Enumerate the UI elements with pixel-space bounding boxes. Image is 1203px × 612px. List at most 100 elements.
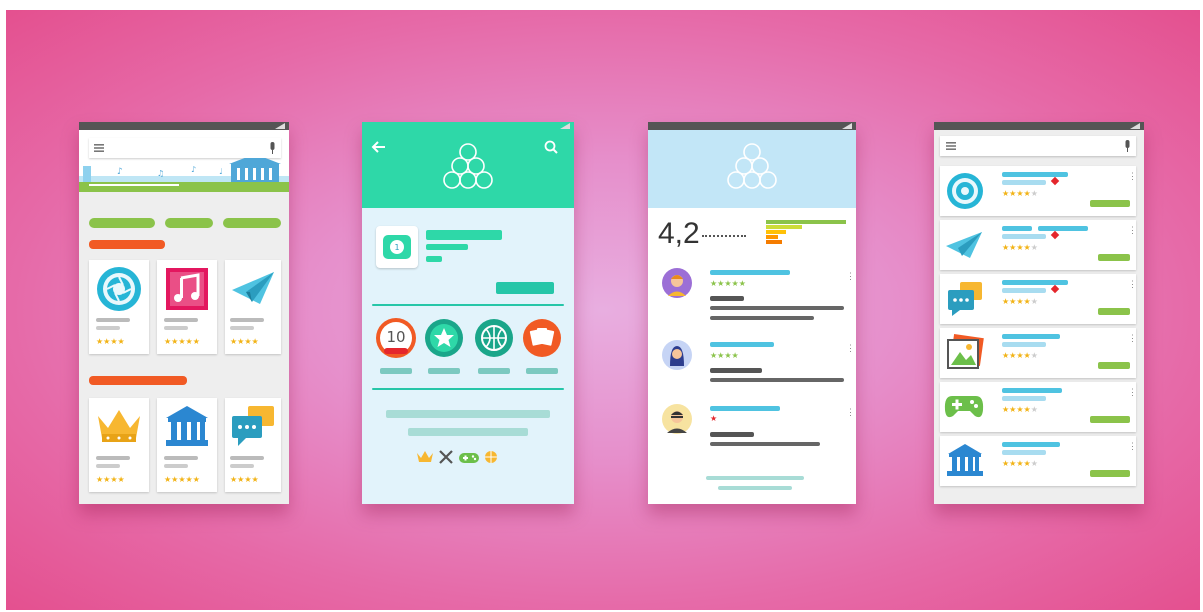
more-icon[interactable]: ⋮ [1128,172,1137,181]
app-dev-placeholder [230,326,254,330]
app-list-item[interactable]: ★★★★★ ⋮ [940,274,1137,324]
app-name-placeholder [230,318,264,322]
rating-stars: ★★★★ [96,337,125,346]
app-list-item[interactable]: ★★★★★ ⋮ [940,328,1137,378]
more-icon[interactable]: ⋮ [1128,442,1137,451]
app-dev-placeholder [426,244,468,250]
app-dev-placeholder [1002,288,1046,293]
app-list-item[interactable]: ★★★★★ ⋮ [940,220,1137,270]
section-title-bar [89,376,187,385]
reviewer-name [710,342,774,347]
divider [372,388,564,390]
app-dev-placeholder [1002,180,1046,185]
gamepad-icon [459,453,479,463]
review-more-icon[interactable]: ⋮ [846,344,855,353]
menu-icon[interactable] [94,144,104,152]
star-badge-icon [425,319,463,357]
review-stars: ★★★★★ [710,279,746,288]
menu-icon[interactable] [946,142,956,150]
mic-icon[interactable] [269,142,276,154]
app-list-item[interactable]: ★★★★★ ⋮ [940,382,1137,432]
app-list-item[interactable]: ★★★★★ ⋮ [940,436,1137,486]
category-pill[interactable] [165,218,213,228]
rating-stars: ★★★★★ [1002,459,1038,468]
review-stars: ★★★★ [710,351,739,360]
review-line [710,296,744,301]
phone-app-reviews: 4,2 ★★★★★ ⋮ ★★★★ ⋮ ★ ⋮ [648,122,856,504]
badge-label [380,368,412,374]
status-bar [934,122,1144,130]
phone-app-store-home: ♪ ♫ ♪ ♩ ★★★★ ★★★★★ ★★★★ ★★★★ ★★★★★ ★★★★ [79,122,289,504]
install-button[interactable] [1090,200,1130,207]
app-dev-placeholder [96,464,120,468]
mic-icon[interactable] [1124,140,1131,152]
cards-icon [523,319,561,357]
app-card[interactable]: ★★★★ [225,260,281,354]
museum-icon [947,444,983,476]
more-icon[interactable]: ⋮ [1128,388,1137,397]
aperture-icon [947,173,983,209]
more-icon[interactable]: ⋮ [1128,334,1137,343]
description-line [386,410,550,418]
svg-text:♫: ♫ [157,169,164,178]
rating-value: 4,2 [658,217,700,250]
install-button[interactable] [1098,362,1130,369]
logo-icon [443,143,493,189]
install-button[interactable] [1090,416,1130,423]
rating-stars: ★★★★★ [164,337,200,346]
app-name-placeholder [1002,442,1060,447]
svg-text:♪: ♪ [117,167,123,177]
app-dev-placeholder [1002,234,1046,239]
app-card[interactable]: ★★★★ [225,398,281,492]
search-bar[interactable] [89,138,281,158]
description-line [408,428,528,436]
music-note-icon [166,268,208,310]
more-icon[interactable]: ⋮ [1128,280,1137,289]
badge-diamond-icon [1050,230,1060,240]
category-pill[interactable] [89,218,155,228]
app-card[interactable]: ★★★★★ [157,398,217,492]
install-button[interactable] [1090,470,1130,477]
review-line [710,442,820,446]
phone-app-list: ★★★★★ ⋮ ★★★★★ ⋮ ★★★★★ ⋮ ★★★★★ ⋮ ★★★★★ ⋮ … [934,122,1144,504]
gamepad-icon [944,396,984,418]
badge-10-icon: 10 [376,318,416,358]
svg-text:♪: ♪ [191,165,196,174]
chat-bubbles-icon [232,406,274,446]
install-button[interactable] [1098,254,1130,261]
category-pill[interactable] [223,218,281,228]
logo-icon [727,143,777,189]
app-name-placeholder [96,456,130,460]
more-icon[interactable]: ⋮ [1128,226,1137,235]
svg-text:1: 1 [394,243,399,252]
rating-stars: ★★★★ [230,475,259,484]
chat-bubbles-icon [948,282,982,316]
basketball-icon [475,319,513,357]
divider [372,304,564,306]
install-button[interactable] [1098,308,1130,315]
swords-icon [439,450,453,464]
app-title-placeholder [426,230,502,240]
avatar-woman-icon [662,340,692,370]
app-list-item[interactable]: ★★★★★ ⋮ [940,166,1137,216]
app-dev-placeholder [164,464,188,468]
reviewer-name [710,270,790,275]
app-name-placeholder [164,456,198,460]
back-arrow-icon[interactable] [370,140,386,154]
avatar-man-icon [662,268,692,298]
review-more-icon[interactable]: ⋮ [846,272,855,281]
app-card[interactable]: ★★★★ [89,398,149,492]
review-line [710,378,844,382]
install-button[interactable] [496,282,554,294]
search-bar[interactable] [940,136,1136,156]
paper-plane-icon [946,232,982,258]
footer-line [718,486,792,490]
app-dev-placeholder [96,326,120,330]
app-card[interactable]: ★★★★ [89,260,149,354]
search-icon[interactable] [544,140,558,154]
basketball-icon [485,451,497,463]
app-card[interactable]: ★★★★★ [157,260,217,354]
rating-histogram [766,220,846,244]
review-more-icon[interactable]: ⋮ [846,408,855,417]
app-name-placeholder [1002,172,1068,177]
